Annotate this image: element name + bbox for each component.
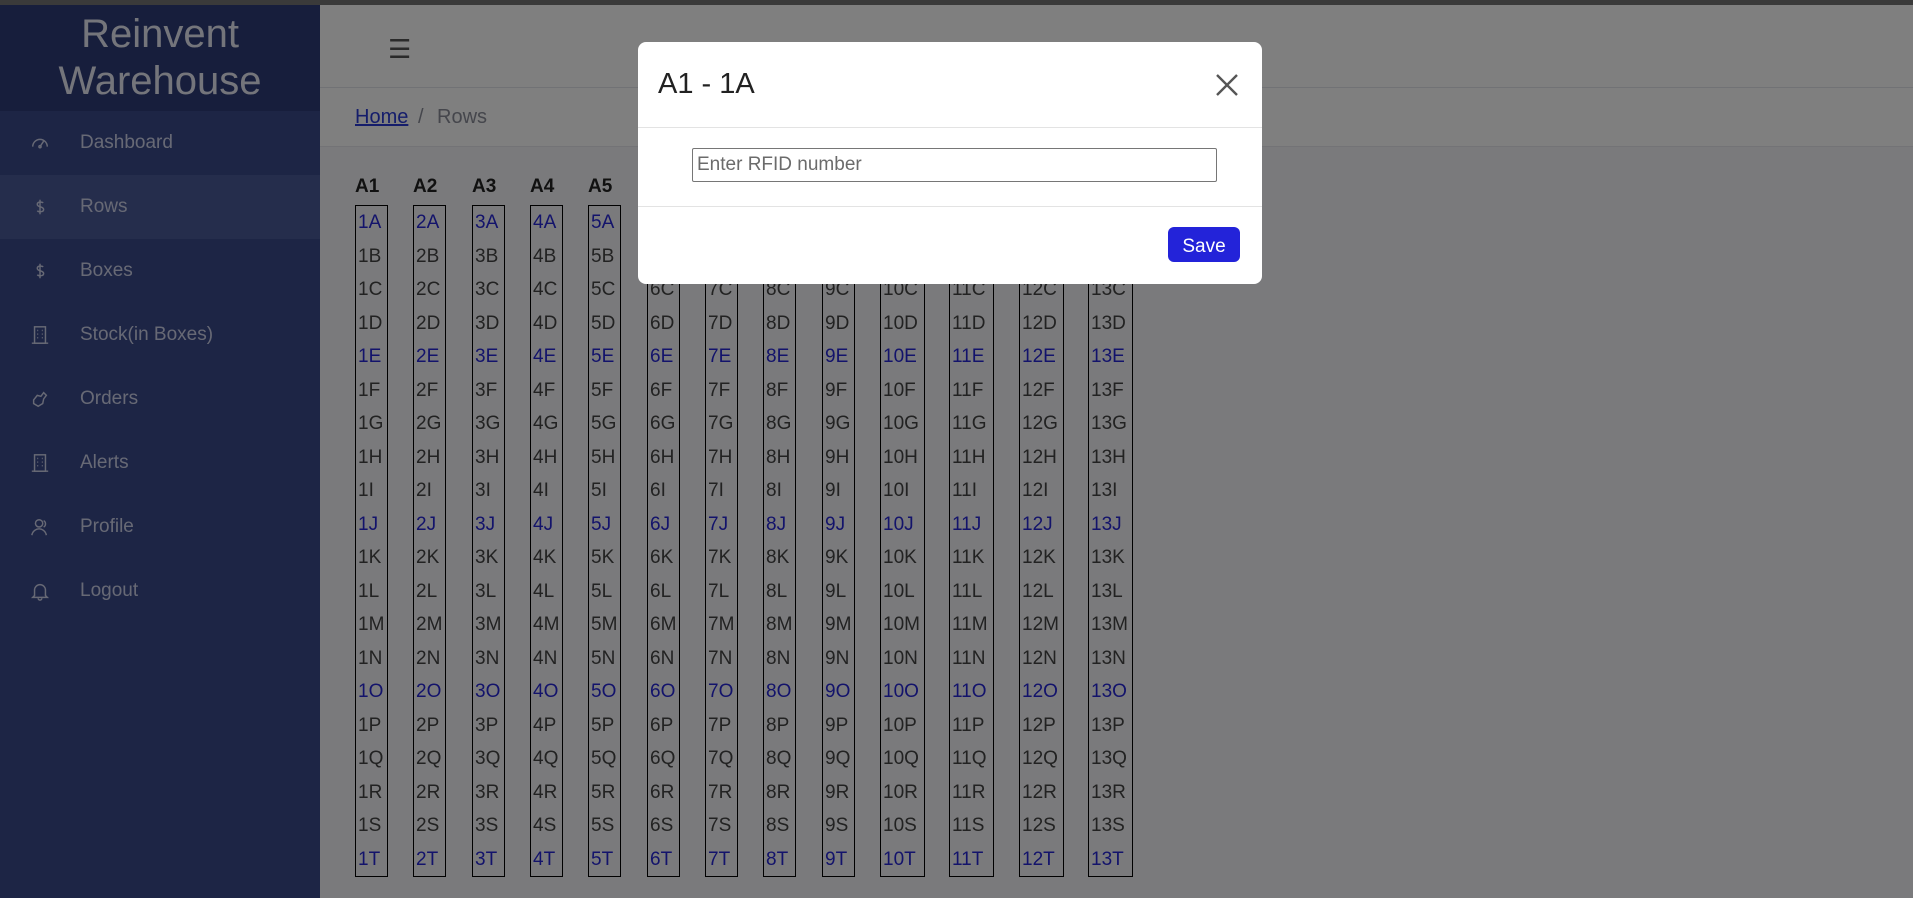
modal-body [638, 128, 1262, 207]
window-top-strip [0, 0, 1913, 5]
close-icon[interactable] [1214, 72, 1240, 98]
rfid-modal: A1 - 1A Save [638, 42, 1262, 284]
modal-title: A1 - 1A [658, 68, 755, 100]
rfid-input[interactable] [692, 148, 1217, 182]
modal-footer: Save [638, 207, 1262, 285]
save-button[interactable]: Save [1168, 227, 1240, 262]
modal-header: A1 - 1A [638, 42, 1262, 128]
